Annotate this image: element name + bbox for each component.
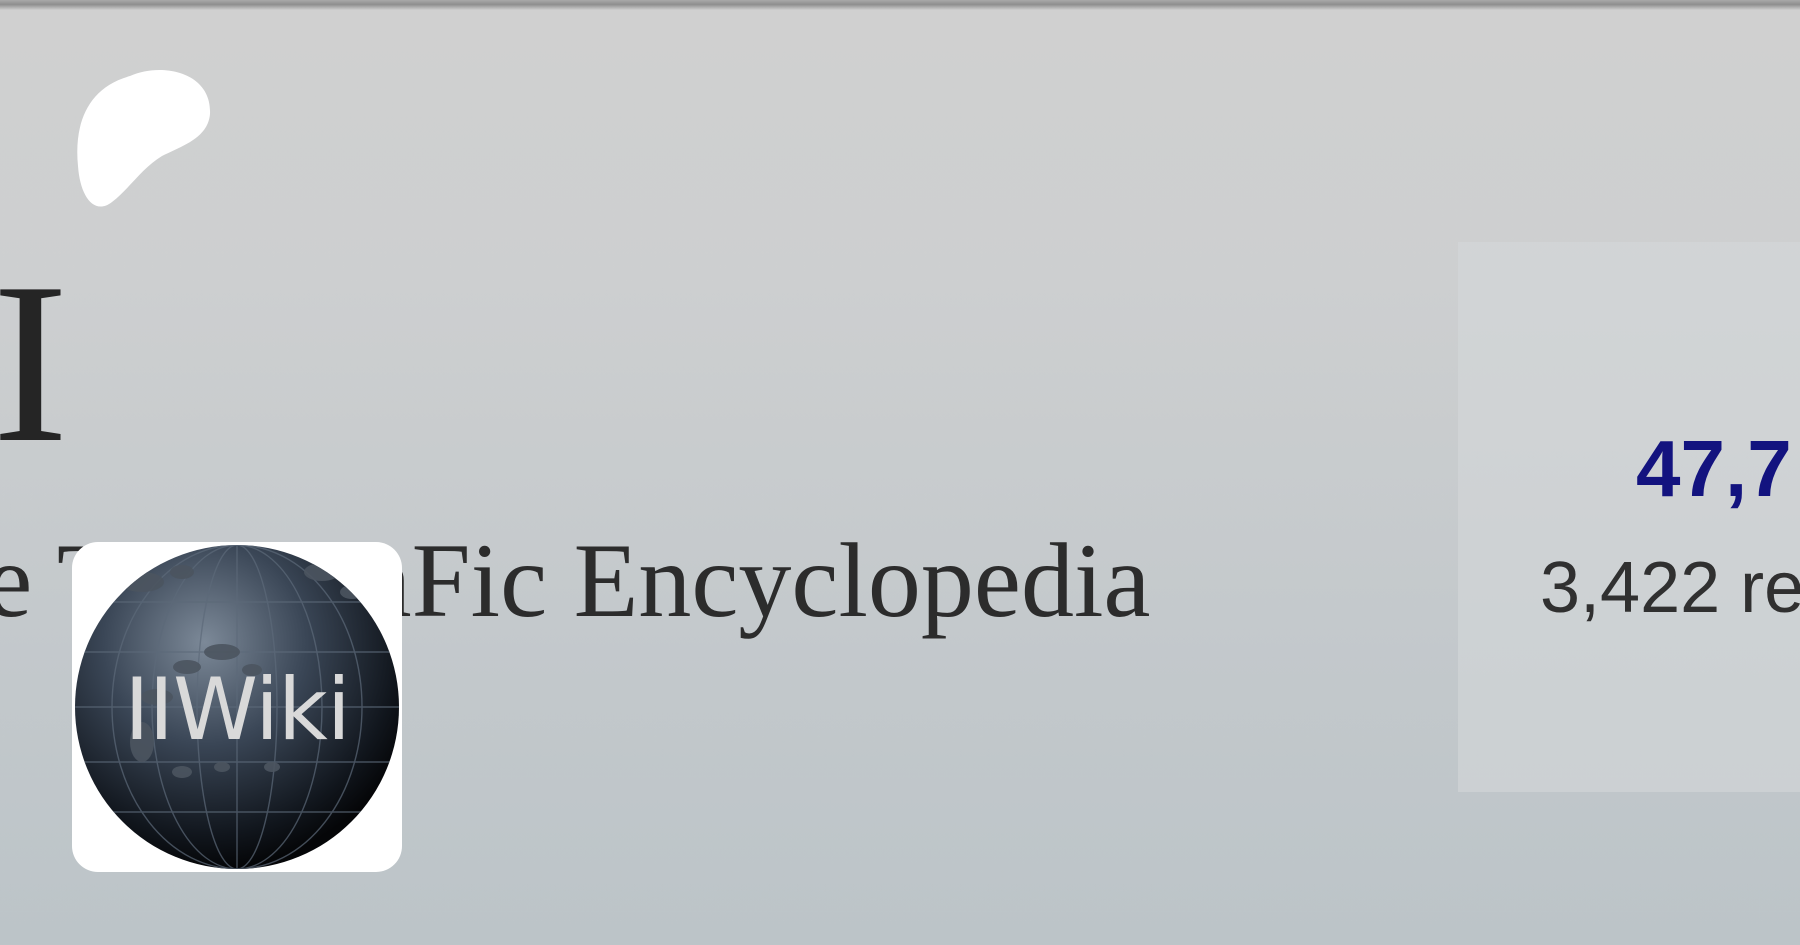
logo-text: IIWiki <box>124 660 350 760</box>
stats-panel <box>1458 242 1800 792</box>
window-top-border <box>0 0 1800 10</box>
pin-icon <box>72 66 222 226</box>
site-logo[interactable]: IIWiki <box>72 542 402 872</box>
recent-count: 3,422 re <box>1540 548 1800 628</box>
site-title-letter: I <box>0 235 69 490</box>
article-count[interactable]: 47,7 <box>1636 424 1792 514</box>
